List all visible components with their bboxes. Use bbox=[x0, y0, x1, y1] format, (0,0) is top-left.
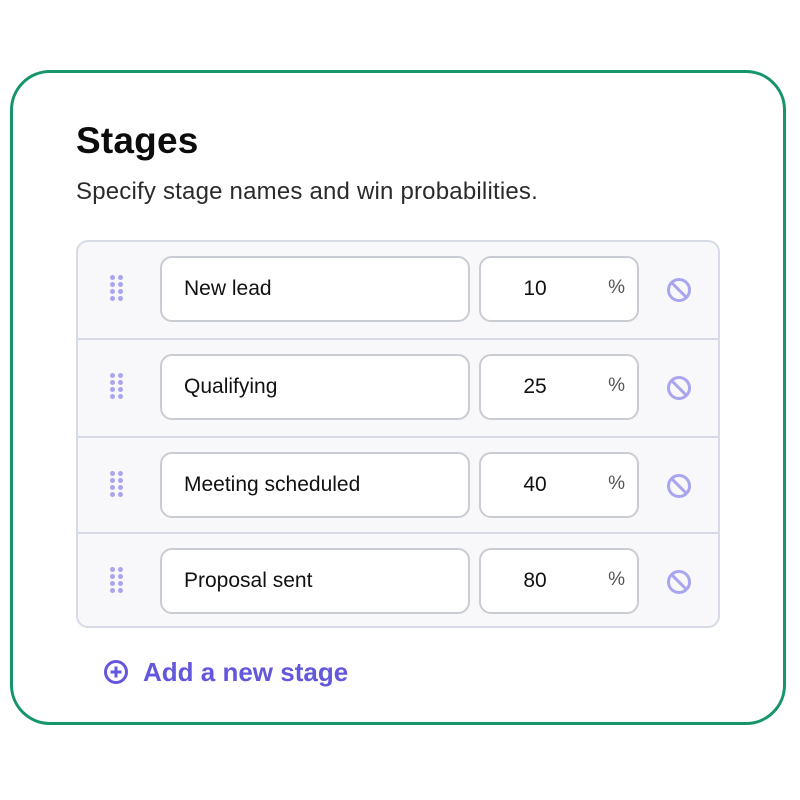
drag-handle-icon[interactable] bbox=[110, 471, 124, 497]
stage-row: Meeting scheduled 40 % bbox=[78, 436, 718, 534]
stage-list: New lead 10 % Qualifying 25 % Meeting sc… bbox=[76, 240, 720, 628]
stage-row: New lead 10 % bbox=[78, 242, 718, 338]
percent-sign: % bbox=[608, 375, 625, 396]
probability-value: 10 bbox=[523, 277, 547, 300]
stage-name-input[interactable]: New lead bbox=[160, 256, 470, 322]
stage-probability-input[interactable]: 80 % bbox=[479, 548, 639, 614]
stage-row: Qualifying 25 % bbox=[78, 338, 718, 436]
stage-name-input[interactable]: Meeting scheduled bbox=[160, 452, 470, 518]
remove-stage-icon[interactable] bbox=[666, 375, 692, 401]
stage-name-input[interactable]: Qualifying bbox=[160, 354, 470, 420]
plus-circle-icon bbox=[104, 660, 128, 684]
drag-handle-icon[interactable] bbox=[110, 275, 124, 301]
percent-sign: % bbox=[608, 569, 625, 590]
stage-name-input[interactable]: Proposal sent bbox=[160, 548, 470, 614]
remove-stage-icon[interactable] bbox=[666, 569, 692, 595]
remove-stage-icon[interactable] bbox=[666, 277, 692, 303]
drag-handle-icon[interactable] bbox=[110, 373, 124, 399]
percent-sign: % bbox=[608, 473, 625, 494]
drag-handle-icon[interactable] bbox=[110, 567, 124, 593]
percent-sign: % bbox=[608, 277, 625, 298]
stage-probability-input[interactable]: 40 % bbox=[479, 452, 639, 518]
probability-value: 80 bbox=[523, 569, 547, 592]
probability-value: 25 bbox=[523, 375, 547, 398]
stage-probability-input[interactable]: 25 % bbox=[479, 354, 639, 420]
remove-stage-icon[interactable] bbox=[666, 473, 692, 499]
page-title: Stages bbox=[76, 120, 199, 161]
page-subtitle: Specify stage names and win probabilitie… bbox=[76, 178, 538, 205]
stage-probability-input[interactable]: 10 % bbox=[479, 256, 639, 322]
add-stage-button[interactable]: Add a new stage bbox=[103, 655, 348, 689]
add-stage-label: Add a new stage bbox=[143, 656, 349, 687]
stage-row: Proposal sent 80 % bbox=[78, 532, 718, 626]
probability-value: 40 bbox=[523, 473, 547, 496]
